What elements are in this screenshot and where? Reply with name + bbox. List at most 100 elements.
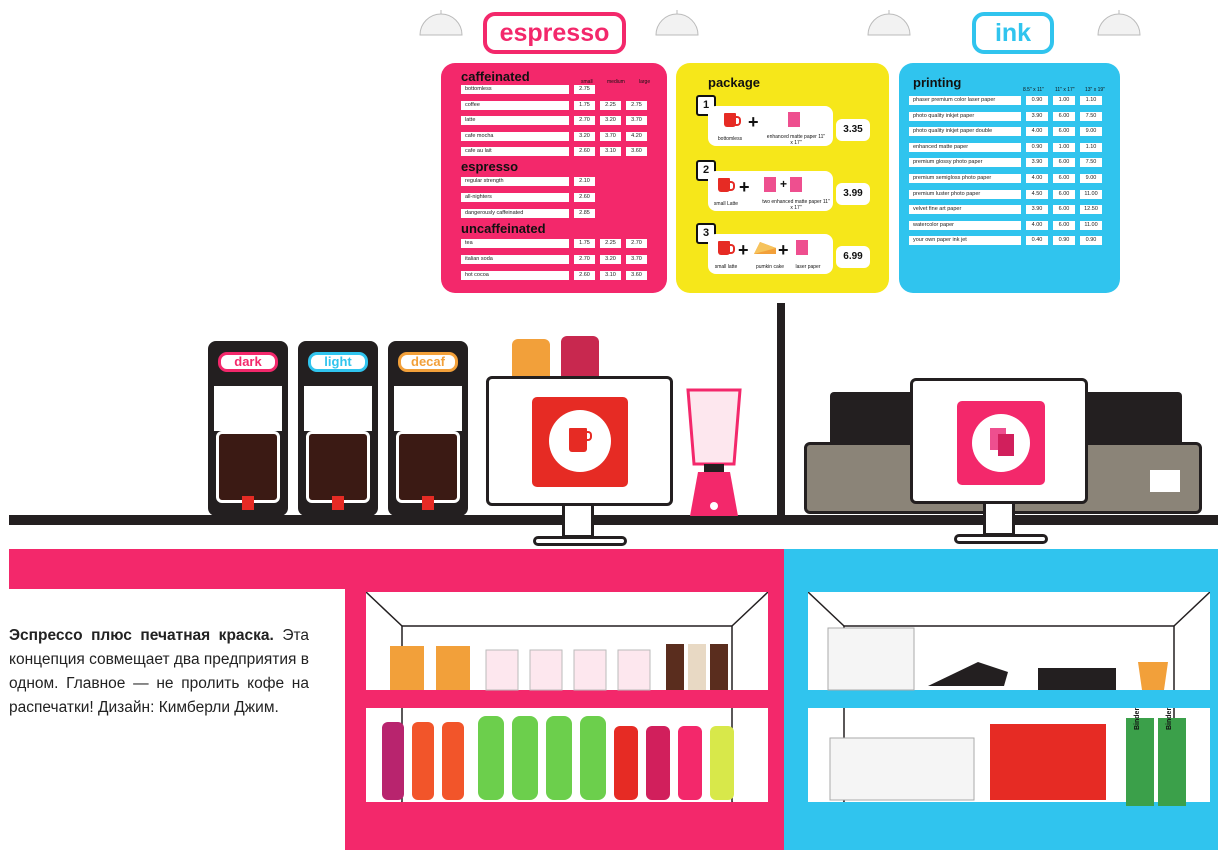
menu-item-price: 1.75 [574,239,595,248]
menu-item-price: 4.00 [1026,127,1048,137]
menu-row: velvet fine art paper 3.90 6.00 12.50 [909,205,1102,215]
package-menu-board: package 1 + bottomless enhanced matte pa… [676,63,889,293]
ink-sign: ink [972,12,1054,54]
menu-item-price: 7.50 [1080,111,1102,121]
menu-row: bottomless 2.75 [461,85,595,94]
menu-item-price: 6.00 [1053,111,1075,121]
menu-item-price: 2.85 [574,209,595,218]
menu-item-price: 4.00 [1026,174,1048,183]
package-title: package [708,75,761,90]
menu-item-price: 6.00 [1053,189,1075,199]
blender [686,388,742,516]
menu-item-price: 3.70 [600,131,621,141]
menu-item-price: 0.90 [1080,236,1102,246]
menu-row: watercolor paper 4.00 6.00 11.00 [909,220,1102,230]
menu-item-name: premium semigloss photo paper [909,174,1021,183]
coffee-cup-icon [569,428,592,452]
paper-icon [764,177,776,192]
menu-item-price: 6.00 [1053,174,1075,183]
menu-item-name: your own paper ink jet [909,236,1021,246]
menu-item-price: 0.40 [1026,236,1048,246]
menu-item-price: 9.00 [1080,127,1102,137]
menu-item-price: 4.20 [626,131,647,141]
menu-item-name: phaser premium color laser paper [909,96,1021,105]
menu-item-price: 3.70 [626,255,647,264]
package-item-2: + + small Latte two enhanced matte paper… [708,171,833,211]
menu-item-name: photo quality inkjet paper [909,111,1021,121]
menu-item-price: 1.00 [1053,96,1075,105]
dispenser-tank [396,431,460,503]
package-item-3: + + small latte pumkin cake laser paper [708,234,833,274]
menu-row: hot cocoa 2.60 3.10 3.60 [461,271,647,280]
menu-item-name: watercolor paper [909,220,1021,230]
menu-item-price: 3.90 [1026,205,1048,215]
menu-item-price: 2.25 [600,239,621,248]
menu-item-price: 2.70 [626,239,647,248]
package-price-3: 6.99 [836,246,870,268]
menu-item-price: 0.90 [1026,142,1048,152]
menu-item-price: 3.90 [1026,111,1048,121]
plus-icon: + [778,240,789,260]
menu-row: coffee 1.75 2.25 2.75 [461,100,647,110]
menu-item-name: coffee [461,100,569,110]
menu-item-price: 11.00 [1080,189,1102,199]
menu-item-price: 3.20 [600,255,621,264]
menu-item-price: 2.70 [574,116,595,125]
plus-icon: + [780,177,788,191]
menu-item-price: 4.00 [1026,220,1048,230]
espresso-counter-front [9,549,784,589]
printer-label [1150,470,1180,492]
ink-screen-circle [972,414,1030,472]
package-caption: small latte [714,264,738,270]
menu-item-price: 6.00 [1053,127,1075,137]
menu-item-price: 2.10 [574,177,595,186]
caption-bold: Эспрессо плюс печатная краска. [9,627,274,644]
menu-item-name: premium luster photo paper [909,189,1021,199]
menu-item-name: regular strength [461,177,569,186]
menu-row: photo quality inkjet paper double 4.00 6.0… [909,127,1102,137]
package-caption: pumkin cake [755,264,785,270]
monitor-stand [562,506,594,538]
size-header: 8.5" x 11" [1023,87,1044,93]
dispenser-tank [216,431,280,503]
package-item-1: + bottomless enhanced matte paper 11" x … [708,106,833,146]
menu-row: your own paper ink jet 0.40 0.90 0.90 [909,236,1102,246]
dispenser-label: decaf [398,352,458,372]
dispenser-label: light [308,352,368,372]
menu-item-name: photo quality inkjet paper double [909,127,1021,137]
menu-item-price: 6.00 [1053,205,1075,215]
menu-item-price: 3.60 [626,147,647,156]
coffee-screen-tile [532,397,628,487]
size-header: 13" x 19" [1085,87,1105,93]
espresso-sign-label: espresso [499,18,610,47]
menu-item-price: 2.75 [574,85,595,94]
document-icon [998,434,1014,456]
menu-item-price: 0.90 [1053,236,1075,246]
menu-row: dangerously caffeinated 2.85 [461,209,595,218]
espresso-shelf [366,592,768,832]
paper-icon [790,177,802,192]
plus-icon: + [748,112,759,132]
dispenser-tank [306,431,370,503]
size-header-large: large [639,79,651,85]
menu-item-name: hot cocoa [461,271,569,280]
coffee-dispenser-decaf: decaf [388,341,468,516]
menu-item-name: cafe mocha [461,131,569,141]
coffee-cup-icon [718,241,735,255]
package-caption: two enhanced matte paper 11" x 17" [762,199,830,211]
coffee-cup-icon [724,113,741,127]
cake-icon [754,242,776,254]
printing-menu-board: printing 8.5" x 11" 11" x 17" 13" x 19" … [899,63,1120,293]
dispenser-window [214,386,282,431]
menu-item-name: tea [461,239,569,248]
dispenser-label: dark [218,352,278,372]
menu-section-espresso: espresso [461,159,519,174]
ink-monitor [910,378,1088,504]
tap-icon [422,496,434,510]
menu-item-price: 2.60 [574,193,595,202]
package-caption: small Latte [713,201,739,207]
size-header-medium: medium [607,79,625,85]
binder-label: Binder [1134,707,1141,730]
tap-icon [332,496,344,510]
menu-item-price: 1.10 [1080,142,1102,152]
